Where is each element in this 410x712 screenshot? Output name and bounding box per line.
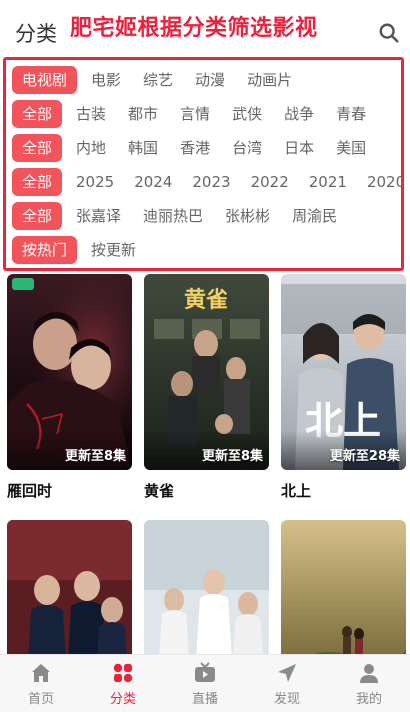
tab-label: 我的 bbox=[355, 692, 382, 707]
filter-chip[interactable]: 电影 bbox=[83, 66, 135, 94]
search-icon[interactable] bbox=[378, 22, 400, 44]
filter-chip[interactable]: 日本 bbox=[276, 134, 328, 162]
filter-chip[interactable]: 青春 bbox=[328, 100, 380, 128]
tab-category[interactable]: 分类 bbox=[82, 655, 164, 712]
filter-chip[interactable]: 2023 bbox=[184, 168, 242, 196]
filter-chip-tv[interactable]: 电视剧 bbox=[12, 66, 78, 94]
filter-chip[interactable]: 2022 bbox=[243, 168, 301, 196]
sort-chip-hot[interactable]: 按热门 bbox=[12, 236, 78, 264]
poster-image[interactable]: 黄雀 更新至8集 bbox=[144, 274, 269, 470]
video-card[interactable]: 更新至8集 雁回时 bbox=[7, 274, 132, 501]
video-card[interactable]: 黄雀 更新至8集 黄雀 bbox=[144, 274, 269, 501]
filter-chip[interactable]: 张彬彬 bbox=[217, 202, 284, 230]
filter-chip-all[interactable]: 全部 bbox=[12, 202, 63, 230]
poster-image[interactable]: 北上 更新至28集 bbox=[281, 274, 406, 470]
filter-row-year: 全部 2025 2024 2023 2022 2021 2020 bbox=[12, 167, 401, 197]
category-icon bbox=[113, 663, 133, 683]
filter-chip[interactable]: 迪丽热巴 bbox=[135, 202, 217, 230]
video-title[interactable]: 雁回时 bbox=[7, 480, 132, 501]
filter-row-region: 全部 内地 韩国 香港 台湾 日本 美国 bbox=[12, 133, 380, 163]
filter-chip[interactable]: 武侠 bbox=[224, 100, 276, 128]
video-title[interactable]: 黄雀 bbox=[144, 480, 269, 501]
filter-chip-all[interactable]: 全部 bbox=[12, 134, 63, 162]
app-header: 分类 肥宅姬根据分类筛选影视 bbox=[0, 0, 410, 56]
filter-chip[interactable]: 香港 bbox=[172, 134, 224, 162]
video-card[interactable]: 北上 更新至28集 北上 bbox=[281, 274, 406, 501]
filter-chip[interactable]: 战争 bbox=[276, 100, 328, 128]
home-icon bbox=[32, 664, 50, 682]
filter-chip[interactable]: 动画片 bbox=[239, 66, 306, 94]
tab-discover[interactable]: 发现 bbox=[246, 655, 328, 712]
promo-banner-text: 肥宅姬根据分类筛选影视 bbox=[70, 16, 318, 41]
tab-live[interactable]: 直播 bbox=[164, 655, 246, 712]
tab-label: 首页 bbox=[27, 692, 54, 707]
tab-label: 分类 bbox=[109, 692, 136, 707]
filter-chip[interactable]: 内地 bbox=[68, 134, 120, 162]
tab-label: 直播 bbox=[191, 692, 218, 707]
filter-chip[interactable]: 2024 bbox=[126, 168, 184, 196]
video-title[interactable]: 北上 bbox=[281, 480, 406, 501]
filter-chip[interactable]: 综艺 bbox=[135, 66, 187, 94]
profile-icon bbox=[360, 664, 378, 683]
live-tv-icon bbox=[195, 662, 215, 682]
filter-chip[interactable]: 韩国 bbox=[120, 134, 172, 162]
filter-row-type: 电视剧 电影 综艺 动漫 动画片 bbox=[12, 65, 306, 95]
episode-badge: 更新至28集 bbox=[329, 449, 400, 464]
filter-chip[interactable]: 都市 bbox=[120, 100, 172, 128]
tab-profile[interactable]: 我的 bbox=[328, 655, 410, 712]
filter-chip[interactable]: 2020 bbox=[359, 168, 401, 196]
filter-row-sort: 按热门 按更新 bbox=[12, 235, 150, 265]
filter-chip[interactable]: 2025 bbox=[68, 168, 126, 196]
filter-chip-all[interactable]: 全部 bbox=[12, 168, 63, 196]
filter-chip[interactable]: 周渝民 bbox=[284, 202, 351, 230]
filter-panel: 电视剧 电影 综艺 动漫 动画片 全部 古装 都市 言情 武侠 战争 青春 全部… bbox=[3, 57, 404, 271]
platform-logo-icon bbox=[12, 278, 34, 290]
filter-chip[interactable]: 张嘉译 bbox=[68, 202, 135, 230]
svg-text:黄雀: 黄雀 bbox=[184, 288, 228, 313]
tab-label: 发现 bbox=[273, 692, 300, 707]
page-title: 分类 bbox=[15, 22, 57, 46]
poster-image[interactable]: 更新至8集 bbox=[7, 274, 132, 470]
filter-chip[interactable]: 2021 bbox=[301, 168, 359, 196]
tab-home[interactable]: 首页 bbox=[0, 655, 82, 712]
sort-chip-updated[interactable]: 按更新 bbox=[83, 236, 150, 264]
filter-chip[interactable]: 台湾 bbox=[224, 134, 276, 162]
filter-chip[interactable]: 古装 bbox=[68, 100, 120, 128]
filter-row-actor: 全部 张嘉译 迪丽热巴 张彬彬 周渝民 bbox=[12, 201, 351, 231]
filter-chip[interactable]: 言情 bbox=[172, 100, 224, 128]
filter-row-genre: 全部 古装 都市 言情 武侠 战争 青春 bbox=[12, 99, 380, 129]
episode-badge: 更新至8集 bbox=[64, 449, 126, 464]
episode-badge: 更新至8集 bbox=[201, 449, 263, 464]
filter-chip[interactable]: 美国 bbox=[328, 134, 380, 162]
discover-icon bbox=[278, 664, 296, 682]
bottom-tab-bar: 首页 分类 直播 发现 我的 bbox=[0, 654, 410, 712]
filter-chip-all[interactable]: 全部 bbox=[12, 100, 63, 128]
filter-chip[interactable]: 动漫 bbox=[187, 66, 239, 94]
